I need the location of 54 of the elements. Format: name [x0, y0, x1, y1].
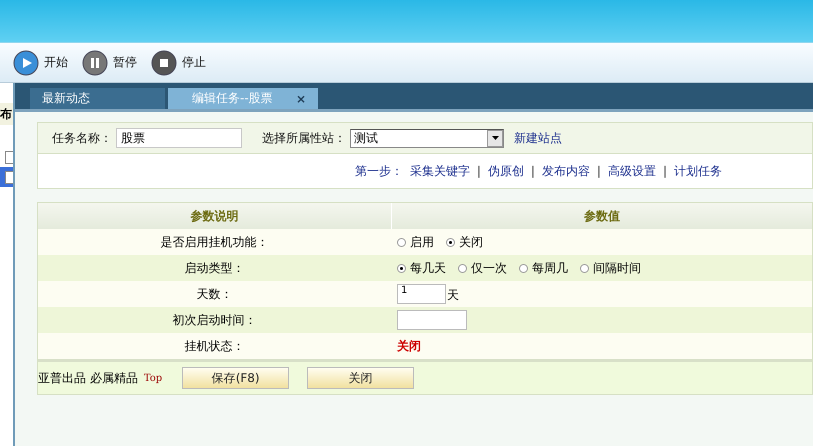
caret-icon: [492, 136, 498, 140]
option-label[interactable]: 间隔时间: [593, 260, 641, 276]
parameter-label: 是否启用挂机功能：: [160, 234, 270, 250]
stop-button[interactable]: 停止: [151, 50, 206, 76]
field-label: 选择所属性站：: [262, 130, 346, 146]
step-link[interactable]: 计划任务: [674, 162, 722, 180]
parameter-label: 挂机状态：: [184, 338, 246, 354]
pause-button[interactable]: 暂停: [82, 50, 137, 76]
separator: |: [476, 164, 481, 178]
step-link[interactable]: 高级设置: [608, 162, 656, 180]
sidebar-item[interactable]: [0, 167, 13, 187]
step-link[interactable]: 伪原创: [488, 162, 524, 180]
separator: |: [596, 164, 601, 178]
steps-label: 第一步：: [354, 162, 403, 180]
tab[interactable]: 编辑任务--股票 ×: [168, 88, 318, 109]
radio-button[interactable]: [397, 264, 406, 272]
radio-button[interactable]: [580, 264, 589, 272]
parameter-label: 初次启动时间：: [172, 312, 258, 328]
save-button[interactable]: 保存(F8): [182, 367, 290, 389]
option-label[interactable]: 每周几: [532, 260, 568, 276]
task-name-field[interactable]: 股票: [116, 128, 242, 148]
column-header: 参数说明: [190, 208, 240, 224]
field-label: 任务名称：: [52, 130, 112, 146]
site-dropdown[interactable]: 测试: [350, 128, 504, 148]
option-label[interactable]: 关闭: [459, 234, 483, 250]
play-icon: [13, 50, 39, 76]
credit-text: 亚普出品 必属精品: [38, 370, 138, 386]
input-field[interactable]: [397, 310, 467, 330]
radio-button[interactable]: [397, 238, 406, 246]
column-header: 参数值: [391, 203, 812, 229]
parameter-label: 启动类型：: [184, 260, 246, 276]
pause-icon: [82, 50, 108, 76]
tab[interactable]: 最新动态: [30, 88, 165, 109]
radio-button[interactable]: [446, 238, 455, 246]
close-button[interactable]: 关闭: [307, 367, 414, 389]
option-label[interactable]: 启用: [410, 234, 434, 250]
close-icon[interactable]: ×: [296, 92, 306, 106]
option-label[interactable]: 仅一次: [471, 260, 507, 276]
separator: |: [530, 164, 535, 178]
parameter-label: 天数：: [196, 286, 234, 302]
stop-icon: [151, 50, 177, 76]
step-link[interactable]: 采集关键字: [410, 162, 470, 180]
play-button[interactable]: 开始: [13, 50, 68, 76]
step-link[interactable]: 发布内容: [542, 162, 590, 180]
radio-button[interactable]: [519, 264, 528, 272]
input-field[interactable]: 1: [397, 284, 446, 304]
option-label[interactable]: 每几天: [410, 260, 446, 276]
unit-label: 天: [447, 287, 459, 304]
top-link[interactable]: Top: [144, 372, 162, 384]
new-site-link[interactable]: 新建站点: [514, 130, 562, 146]
sidebar-header: 布: [0, 103, 13, 125]
radio-button[interactable]: [458, 264, 467, 272]
separator: |: [662, 164, 667, 178]
status-text: 关闭: [397, 338, 421, 354]
